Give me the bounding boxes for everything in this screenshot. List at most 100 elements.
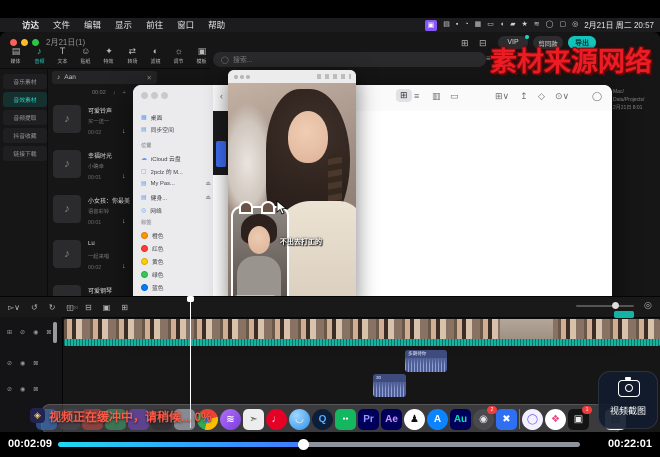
download-icon[interactable]: ↓: [122, 263, 126, 270]
clear-icon[interactable]: ✕: [147, 74, 152, 82]
finder-tag-item[interactable]: 蓝色: [141, 283, 211, 292]
camera-status-icon[interactable]: ▪: [456, 20, 458, 30]
redo-icon[interactable]: ↻: [49, 303, 56, 312]
dock-icon-bird-app[interactable]: ➣: [243, 409, 264, 430]
audio-clip-block[interactable]: 多期待你: [405, 350, 447, 372]
more-actions-icon[interactable]: ⊙∨: [555, 91, 569, 102]
list-view-icon[interactable]: ≡: [414, 91, 419, 101]
tags-icon[interactable]: ◇: [538, 91, 545, 102]
undo-icon[interactable]: ↺: [31, 303, 38, 312]
download-icon[interactable]: ↓: [122, 218, 126, 225]
sidebar-item-2[interactable]: 音频提取: [3, 110, 47, 125]
dock-icon-app-store[interactable]: A: [427, 409, 448, 430]
dock-icon-gray-camera-app[interactable]: ◉ 2: [473, 409, 494, 430]
eject-icon[interactable]: ⏏: [206, 181, 211, 187]
siri-icon[interactable]: ◎: [572, 20, 578, 30]
sidebar-item-1[interactable]: 音效素材: [3, 92, 47, 107]
icon-view-icon[interactable]: ⊞: [396, 89, 412, 102]
toolbar-tab-7[interactable]: ☼ 调节: [169, 46, 189, 68]
track-control-icon[interactable]: ⊠: [33, 386, 38, 393]
keyboard-icon[interactable]: ▦: [475, 20, 482, 30]
display-icon[interactable]: ▭: [487, 20, 494, 30]
menu-item[interactable]: 显示: [115, 19, 132, 31]
menu-bar-clock[interactable]: 2月21日 周二 20:57: [584, 20, 654, 31]
toolbar-tab-0[interactable]: ▤ 媒体: [6, 46, 26, 68]
delete-icon[interactable]: ⊟: [85, 303, 92, 312]
audio-filter-input[interactable]: ♪ Aan ✕: [52, 71, 157, 84]
video-track-clip[interactable]: [64, 319, 660, 346]
preview-window-controls[interactable]: [317, 74, 351, 79]
track-control-icon[interactable]: ⊞: [7, 329, 12, 336]
finder-location-item[interactable]: ▤ My Pas... ⏏: [141, 180, 211, 187]
menu-item[interactable]: 前往: [146, 19, 163, 31]
toolbar-tab-4[interactable]: ✦ 特效: [99, 46, 119, 68]
dock-icon-blue-x-app[interactable]: ✖: [496, 409, 517, 430]
track-control-icon[interactable]: ⊠: [33, 360, 38, 367]
dock-icon-q-browser[interactable]: Q: [312, 409, 333, 430]
finder-favorite-item[interactable]: ▤ 同步空间: [141, 125, 211, 134]
share-icon[interactable]: ↥: [520, 91, 528, 102]
material-search-input[interactable]: ◯ 搜索...: [213, 52, 486, 67]
layout-toggle-icons[interactable]: ⊞ ⊟: [461, 38, 491, 49]
minimize-window-button[interactable]: [21, 39, 28, 46]
gallery-view-icon[interactable]: ▭: [450, 91, 459, 102]
search-icon[interactable]: ◯: [592, 91, 602, 102]
finder-zoom-button[interactable]: [161, 92, 168, 99]
dock-icon-fingerprint-app[interactable]: ≋: [220, 409, 241, 430]
track-control-icon[interactable]: ⊘: [7, 360, 12, 367]
add-icon[interactable]: +: [123, 90, 126, 96]
track-control-icon[interactable]: ⊘: [7, 386, 12, 393]
dock-icon-premiere[interactable]: Pr: [358, 409, 379, 430]
dock-icon-blue-droplet-app[interactable]: ◡: [289, 409, 310, 430]
seek-knob[interactable]: [298, 439, 309, 450]
preview-minimize-button[interactable]: [240, 75, 244, 79]
dock-icon-qq[interactable]: ♟: [404, 409, 425, 430]
menu-item[interactable]: 帮助: [208, 19, 225, 31]
download-icon[interactable]: ↓: [113, 90, 116, 96]
track-control-icon[interactable]: ◉: [20, 386, 25, 393]
video-screenshot-button[interactable]: 视频截图: [598, 371, 658, 429]
menu-item[interactable]: 编辑: [84, 19, 101, 31]
finder-tag-item[interactable]: 绿色: [141, 270, 211, 279]
track-control-icon[interactable]: ⊘: [20, 329, 25, 336]
preview-zoom-button[interactable]: [246, 75, 250, 79]
mirror-icon[interactable]: ⊞: [121, 303, 128, 312]
screen-mirroring-icon[interactable]: ▣: [425, 20, 438, 31]
group-by-icon[interactable]: ⊞∨: [495, 91, 509, 102]
finder-location-item[interactable]: ☁ iCloud 云盘: [141, 154, 211, 163]
toolbar-tab-2[interactable]: T 文本: [53, 46, 73, 68]
playhead-handle[interactable]: [187, 296, 194, 302]
wifi-icon[interactable]: ≋: [534, 20, 540, 30]
finder-location-item[interactable]: ▤ 健身... ⏏: [141, 193, 211, 202]
control-center-icon[interactable]: ▢: [559, 20, 566, 30]
menu-item[interactable]: 访达: [22, 19, 39, 31]
battery-icon[interactable]: ▰: [510, 20, 515, 30]
sidebar-item-4[interactable]: 链接下载: [3, 146, 47, 161]
search-icon[interactable]: ◯: [546, 20, 554, 30]
timeline-zoom-knob[interactable]: [612, 302, 619, 309]
toolbar-tab-3[interactable]: ☺ 贴纸: [76, 46, 96, 68]
dock-icon-audition[interactable]: Au: [450, 409, 471, 430]
preview-close-button[interactable]: [234, 75, 238, 79]
finder-tag-item[interactable]: 黄色: [141, 257, 211, 266]
track-control-icon[interactable]: ⊠: [46, 329, 51, 336]
finder-location-item[interactable]: ◎ 网络: [141, 206, 211, 215]
finder-location-item[interactable]: ▢ 2pclz 的 M...: [141, 167, 211, 176]
track-control-icon[interactable]: ◉: [33, 329, 38, 336]
dock-icon-netease-music[interactable]: ♩: [266, 409, 287, 430]
toolbar-tab-6[interactable]: ◐ 滤镜: [146, 46, 166, 68]
sidebar-item-0[interactable]: 音乐素材: [3, 74, 47, 89]
clock-icon[interactable]: ◔: [464, 20, 468, 30]
dock-icon-color-drive-app[interactable]: ❖: [545, 409, 566, 430]
seek-bar[interactable]: [58, 442, 580, 447]
zoom-window-button[interactable]: [32, 39, 39, 46]
finder-tag-item[interactable]: 红色: [141, 244, 211, 253]
back-icon[interactable]: ‹: [220, 91, 223, 101]
sidebar-item-3[interactable]: 抖音收藏: [3, 128, 47, 143]
clip-trim-handle[interactable]: [53, 322, 57, 343]
track-control-icon[interactable]: ◉: [20, 360, 25, 367]
finder-minimize-button[interactable]: [151, 92, 158, 99]
dock-icon-wechat[interactable]: ●●: [335, 409, 356, 430]
finder-favorite-item[interactable]: ▦ 桌面: [141, 113, 211, 122]
column-view-icon[interactable]: ▥: [432, 91, 441, 102]
